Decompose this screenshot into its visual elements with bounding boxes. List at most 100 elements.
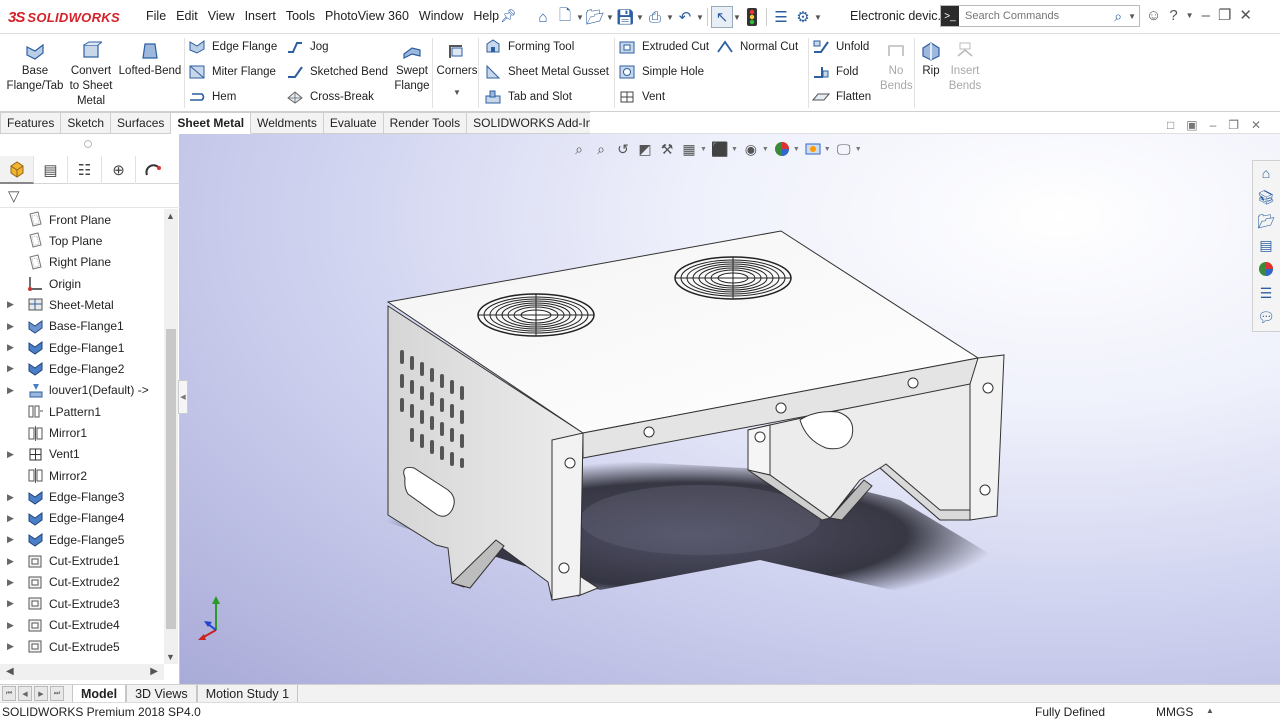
normal-cut-button[interactable]: Normal Cut — [716, 36, 798, 58]
search-dropdown-icon[interactable]: ▼ — [1128, 12, 1136, 21]
previous-tab-icon[interactable]: ◀ — [18, 686, 32, 701]
hem-button[interactable]: Hem — [188, 86, 236, 108]
select-cursor-icon[interactable]: ↖ — [711, 6, 733, 28]
sketched-bend-button[interactable]: Sketched Bend — [286, 61, 388, 83]
tree-item-mirror2[interactable]: Mirror2 — [0, 465, 164, 486]
tree-item-lpattern1[interactable]: LPattern1 — [0, 401, 164, 422]
tree-item-right-plane[interactable]: Right Plane — [0, 252, 164, 273]
expand-arrow-icon[interactable]: ▶ — [7, 363, 14, 374]
vent-button[interactable]: Vent — [618, 86, 665, 108]
zoom-to-fit-icon[interactable]: ⌕ — [568, 138, 590, 160]
tab-render-tools[interactable]: Render Tools — [383, 112, 468, 134]
dimxpert-manager-tab[interactable]: ⊕ — [102, 156, 136, 184]
viewport-close-icon[interactable]: ✕ — [1251, 118, 1261, 132]
tab-features[interactable]: Features — [0, 112, 62, 134]
expand-arrow-icon[interactable]: ▶ — [7, 449, 14, 460]
options-dropdown-icon[interactable]: ▼ — [814, 6, 822, 28]
scroll-right-icon[interactable]: ▶ — [150, 666, 158, 677]
options-gear-icon[interactable]: ⚙ — [792, 6, 814, 28]
view-orientation-icon[interactable]: ▦ — [678, 138, 700, 160]
scroll-down-icon[interactable]: ▼ — [166, 652, 175, 662]
flatten-button[interactable]: Flatten — [812, 86, 871, 108]
scroll-up-icon[interactable]: ▲ — [166, 211, 175, 221]
appearances-icon[interactable] — [1253, 257, 1279, 281]
menu-tools[interactable]: Tools — [286, 9, 315, 23]
edit-appearance-icon[interactable] — [771, 138, 793, 160]
search-icon[interactable]: ⌕ — [1114, 8, 1122, 25]
expand-arrow-icon[interactable]: ▶ — [7, 598, 14, 609]
pin-icon[interactable]: 📌︎ — [500, 8, 517, 24]
scroll-left-icon[interactable]: ◀ — [6, 666, 14, 677]
restore-window-icon[interactable]: ❐ — [1218, 6, 1231, 24]
viewport-expand-icon[interactable]: ▣ — [1186, 118, 1197, 132]
expand-arrow-icon[interactable]: ▶ — [7, 556, 14, 567]
undo-dropdown-icon[interactable]: ▼ — [696, 6, 704, 28]
tab-sheet-metal[interactable]: Sheet Metal — [171, 112, 252, 134]
expand-arrow-icon[interactable]: ▶ — [7, 641, 14, 652]
menu-window[interactable]: Window — [419, 9, 463, 23]
corners-button[interactable]: Corners ▼ — [436, 40, 478, 100]
tree-item-origin[interactable]: Origin — [0, 273, 164, 294]
cross-break-button[interactable]: Cross-Break — [286, 86, 374, 108]
expand-arrow-icon[interactable]: ▶ — [7, 534, 14, 545]
save-dropdown-icon[interactable]: ▼ — [636, 6, 644, 28]
lofted-bend-button[interactable]: Lofted-Bend — [116, 40, 184, 79]
design-library-icon[interactable]: 📚︎ — [1253, 185, 1279, 209]
view-orientation-dropdown-icon[interactable]: ▼ — [700, 146, 707, 153]
property-manager-tab[interactable]: ▤ — [34, 156, 68, 184]
viewport-minimize-icon[interactable]: – — [1210, 118, 1217, 132]
tree-vertical-scrollbar[interactable]: ▲ ▼ — [164, 209, 178, 664]
new-dropdown-icon[interactable]: ▼ — [576, 6, 584, 28]
file-explorer-icon[interactable]: 📂︎ — [1253, 209, 1279, 233]
display-style-icon[interactable]: ⬛ — [709, 138, 731, 160]
tree-item-cut-extrude2[interactable]: ▶ Cut-Extrude2 — [0, 572, 164, 593]
expand-arrow-icon[interactable]: ▶ — [7, 299, 14, 310]
solidworks-forum-icon[interactable]: 💬︎ — [1253, 305, 1279, 329]
viewport-tile-icon[interactable]: □ — [1167, 118, 1174, 132]
panel-grip-handle[interactable] — [84, 140, 92, 148]
select-dropdown-icon[interactable]: ▼ — [733, 6, 741, 28]
convert-to-sheet-metal-button[interactable]: Convert to Sheet Metal — [66, 40, 116, 109]
view-settings-icon[interactable]: 🖵︎ — [833, 138, 855, 160]
edge-flange-button[interactable]: Edge Flange — [188, 36, 277, 58]
tree-item-top-plane[interactable]: Top Plane — [0, 230, 164, 251]
jog-button[interactable]: Jog — [286, 36, 329, 58]
view-settings-dropdown-icon[interactable]: ▼ — [855, 146, 862, 153]
user-account-icon[interactable]: ☺ — [1146, 7, 1161, 24]
expand-arrow-icon[interactable]: ▶ — [7, 492, 14, 503]
help-question-icon[interactable]: ? — [1169, 7, 1177, 24]
expand-arrow-icon[interactable]: ▶ — [7, 385, 14, 396]
simple-hole-button[interactable]: Simple Hole — [618, 61, 704, 83]
graphics-area[interactable] — [180, 134, 1280, 684]
unit-system-selector[interactable]: MMGS — [1156, 705, 1193, 719]
tree-item-sheet-metal[interactable]: ▶ Sheet-Metal — [0, 294, 164, 315]
tree-item-cut-extrude4[interactable]: ▶ Cut-Extrude4 — [0, 615, 164, 636]
tab-solidworks-add-ins[interactable]: SOLIDWORKS Add-Ins — [467, 112, 606, 134]
expand-arrow-icon[interactable]: ▶ — [7, 321, 14, 332]
zoom-to-area-icon[interactable]: ⌕ — [590, 138, 612, 160]
open-dropdown-icon[interactable]: ▼ — [606, 6, 614, 28]
feature-manager-tab[interactable] — [0, 156, 34, 184]
appearance-dropdown-icon[interactable]: ▼ — [793, 146, 800, 153]
tab-surfaces[interactable]: Surfaces — [111, 112, 172, 134]
tab-model[interactable]: Model — [72, 685, 127, 703]
help-dropdown-icon[interactable]: ▼ — [1186, 11, 1194, 20]
hide-show-dropdown-icon[interactable]: ▼ — [762, 146, 769, 153]
fold-button[interactable]: Fold — [812, 61, 858, 83]
scroll-thumb[interactable] — [166, 329, 176, 629]
tree-item-cut-extrude1[interactable]: ▶ Cut-Extrude1 — [0, 551, 164, 572]
save-icon[interactable]: 💾︎ — [614, 6, 636, 28]
close-window-icon[interactable]: ✕ — [1239, 6, 1252, 24]
tree-item-front-plane[interactable]: Front Plane — [0, 209, 164, 230]
tree-item-edge-flange4[interactable]: ▶ Edge-Flange4 — [0, 508, 164, 529]
menu-insert[interactable]: Insert — [245, 9, 276, 23]
panel-splitter-handle[interactable]: ◀ — [178, 380, 188, 414]
scene-dropdown-icon[interactable]: ▼ — [824, 146, 831, 153]
display-style-dropdown-icon[interactable]: ▼ — [731, 146, 738, 153]
tree-item-edge-flange5[interactable]: ▶ Edge-Flange5 — [0, 529, 164, 550]
configuration-manager-tab[interactable]: ☷ — [68, 156, 102, 184]
apply-scene-icon[interactable] — [802, 138, 824, 160]
swept-flange-button[interactable]: Swept Flange — [394, 40, 430, 94]
tree-item-edge-flange1[interactable]: ▶ Edge-Flange1 — [0, 337, 164, 358]
tree-item-cut-extrude3[interactable]: ▶ Cut-Extrude3 — [0, 593, 164, 614]
